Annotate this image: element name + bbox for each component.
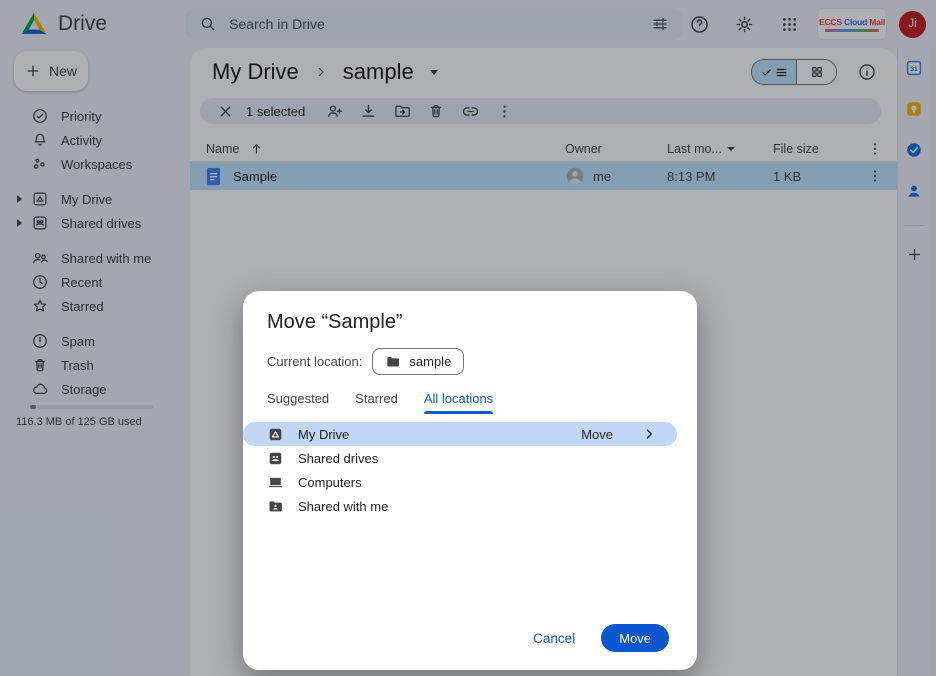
location-list: My Drive Move Shared drives Computers Sh… (243, 422, 697, 518)
location-label: Shared drives (298, 451, 378, 466)
move-button[interactable]: Move (601, 624, 669, 652)
cancel-button[interactable]: Cancel (533, 631, 575, 646)
chevron-right-icon[interactable] (641, 426, 657, 442)
drive-icon (267, 426, 284, 443)
location-label: Shared with me (298, 499, 388, 514)
location-label: Computers (298, 475, 362, 490)
computers-icon (267, 474, 284, 491)
move-here-link[interactable]: Move (581, 427, 613, 442)
current-location-label: Current location: (267, 354, 362, 369)
dialog-tabs: Suggested Starred All locations (267, 391, 673, 414)
shared-folder-icon (267, 498, 284, 515)
location-row-my-drive[interactable]: My Drive Move (243, 422, 677, 446)
tab-suggested[interactable]: Suggested (267, 391, 329, 414)
move-dialog: Move “Sample” Current location: sample S… (243, 291, 697, 670)
current-location-chip[interactable]: sample (372, 348, 464, 375)
location-label: My Drive (298, 427, 349, 442)
current-location-name: sample (409, 354, 451, 369)
tab-all-locations[interactable]: All locations (424, 391, 493, 414)
dialog-title: Move “Sample” (267, 311, 673, 334)
tab-starred[interactable]: Starred (355, 391, 398, 414)
location-row-shared-drives[interactable]: Shared drives (243, 446, 697, 470)
location-row-computers[interactable]: Computers (243, 470, 697, 494)
shared-drives-icon (267, 450, 284, 467)
location-row-shared-with-me[interactable]: Shared with me (243, 494, 697, 518)
folder-icon (385, 354, 401, 370)
